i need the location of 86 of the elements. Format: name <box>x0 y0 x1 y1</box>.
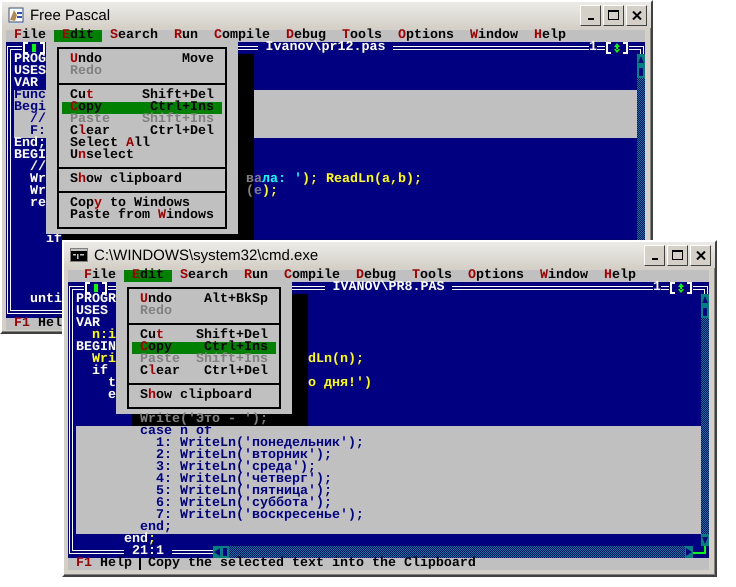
code-text: USES <box>14 66 46 78</box>
code-text: n:i <box>92 330 116 342</box>
close-box-icon[interactable] <box>22 42 46 54</box>
code-text: re <box>28 198 46 210</box>
menu-option[interactable]: Show clipboard <box>132 390 276 402</box>
code-text: Begi <box>14 102 46 114</box>
code-text: // <box>30 114 46 126</box>
scroll-thumb[interactable] <box>701 306 709 318</box>
up-down-arrow-icon[interactable] <box>669 282 693 294</box>
app-icon <box>8 7 24 23</box>
file-title: Ivanov\pr12.pas <box>258 42 394 54</box>
maximize-button[interactable] <box>603 4 624 26</box>
code-text: 4: WriteLn('четверг'); <box>154 474 332 486</box>
left-arrow-icon[interactable] <box>213 546 221 558</box>
shortcut-text: Shift+Del <box>142 90 214 102</box>
maximize-icon <box>672 250 683 260</box>
code-text: Func <box>14 90 46 102</box>
menu-option[interactable]: Unselect <box>62 150 222 162</box>
minimize-button[interactable] <box>580 4 601 26</box>
code-text: end; <box>140 522 172 534</box>
shortcut-text: Ctrl+Del <box>150 126 214 138</box>
menu-item[interactable]: Edit <box>54 30 102 42</box>
minimize-icon <box>652 258 658 260</box>
vertical-scrollbar[interactable] <box>701 294 709 546</box>
shortcut-text: Ctrl+Del <box>204 366 268 378</box>
code-text: 5: WriteLn('пятница'); <box>154 486 332 498</box>
minimize-icon <box>588 18 594 20</box>
close-box-icon[interactable] <box>84 282 108 294</box>
up-arrow-icon[interactable] <box>701 294 709 306</box>
horizontal-scrollbar[interactable] <box>213 546 693 558</box>
window-title: C:\WINDOWS\system32\cmd.exe <box>94 246 320 264</box>
menu-option[interactable]: Show clipboard <box>62 174 222 186</box>
menu-option[interactable]: Cut Shift+Del <box>132 330 276 342</box>
code-text: PROGR <box>76 294 116 306</box>
code-text: 2: WriteLn('вторник'); <box>154 450 332 462</box>
code-text: Wr <box>28 174 46 186</box>
close-icon <box>696 250 706 260</box>
help-status-item[interactable]: F1 Hel <box>14 318 62 330</box>
menu-option[interactable]: Clear Ctrl+Del <box>132 366 276 378</box>
shortcut-text: Shift+Ins <box>142 114 214 126</box>
code-text: end; <box>122 534 156 546</box>
shortcut-text: Shift+Del <box>196 330 268 342</box>
menu-option[interactable]: Undo Move <box>62 54 222 66</box>
code-text: End; <box>14 138 46 150</box>
close-button[interactable] <box>690 244 711 266</box>
code-text: 1: WriteLn('понедельник'); <box>154 438 364 450</box>
code-text: Wr <box>28 186 46 198</box>
shortcut-text: Alt+BkSp <box>204 294 268 306</box>
code-text: unti <box>28 294 62 306</box>
right-arrow-icon[interactable] <box>685 546 693 558</box>
code-text: PROG <box>14 54 46 66</box>
window-title: Free Pascal <box>30 6 112 24</box>
minimize-button[interactable] <box>644 244 665 266</box>
scroll-thumb[interactable] <box>637 66 645 78</box>
status-hint: Copy the selected text into the Clipboard <box>148 558 476 570</box>
vertical-scrollbar[interactable] <box>637 54 645 240</box>
code-text: if <box>90 366 108 378</box>
code-text: e <box>106 390 116 402</box>
menu-option[interactable]: Clear Ctrl+Del <box>62 126 222 138</box>
up-arrow-icon[interactable] <box>637 54 645 66</box>
code-text: Write('Это - '); <box>138 414 268 426</box>
close-button[interactable] <box>626 4 647 26</box>
close-icon <box>632 10 642 20</box>
code-text: 6: WriteLn('суббота'); <box>154 498 332 510</box>
maximize-button[interactable] <box>667 244 688 266</box>
code-text: VAR <box>76 318 100 330</box>
code-text: t <box>106 378 116 390</box>
menu-option[interactable]: Cut Shift+Del <box>62 90 222 102</box>
up-down-arrow-icon[interactable] <box>605 42 629 54</box>
shortcut-text: Move <box>182 54 214 66</box>
maximize-icon <box>608 10 619 20</box>
code-text: VAR <box>14 78 38 90</box>
menu-option[interactable]: Select All <box>62 138 222 150</box>
shortcut-text: Shift+Ins <box>196 354 268 366</box>
terminal-icon <box>70 248 88 262</box>
menu-option[interactable]: Paste from Windows <box>62 210 222 222</box>
menu-option[interactable]: Undo Alt+BkSp <box>132 294 276 306</box>
code-text: USES <box>76 306 108 318</box>
menu-item[interactable]: Edit <box>124 270 172 282</box>
code-text: 7: WriteLn('воскресенье'); <box>156 510 364 522</box>
code-text: о дня!') <box>308 378 372 390</box>
code-text: dLn(n); <box>308 354 364 366</box>
code-text: F: <box>30 126 46 138</box>
code-text: // <box>28 162 46 174</box>
help-status-item[interactable]: F1 Help <box>76 558 132 570</box>
code-text: 3: WriteLn('среда'); <box>154 462 316 474</box>
